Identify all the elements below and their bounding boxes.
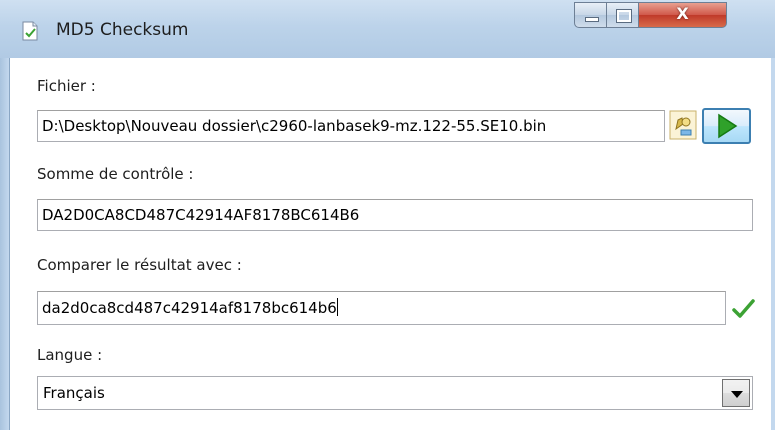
text-cursor <box>336 298 338 316</box>
close-button[interactable]: X <box>639 2 727 28</box>
minimize-button[interactable] <box>574 2 607 28</box>
language-label: Langue : <box>37 346 103 364</box>
green-check-icon <box>732 299 755 318</box>
window-frame-right <box>771 58 775 430</box>
title-bar[interactable]: MD5 Checksum X <box>0 0 775 58</box>
compare-input[interactable]: da2d0ca8cd487c42914af8178bc614b6 <box>37 291 726 325</box>
checksum-output[interactable]: DA2D0CA8CD487C42914AF8178BC614B6 <box>37 199 753 231</box>
chevron-down-icon <box>731 391 743 398</box>
dropdown-button[interactable] <box>722 379 750 407</box>
app-window: MD5 Checksum X Fichier : D:\Desktop\Nouv… <box>0 0 775 430</box>
calculate-button[interactable] <box>702 108 751 144</box>
app-icon <box>22 21 38 41</box>
window-frame-left <box>0 58 10 430</box>
close-icon: X <box>676 4 689 23</box>
file-path-input[interactable]: D:\Desktop\Nouveau dossier\c2960-lanbase… <box>37 110 665 142</box>
compare-input-value: da2d0ca8cd487c42914af8178bc614b6 <box>42 299 337 317</box>
browse-folder-icon[interactable] <box>669 110 697 140</box>
compare-label: Comparer le résultat avec : <box>37 256 242 274</box>
play-icon <box>718 113 738 139</box>
maximize-button[interactable] <box>607 2 639 28</box>
language-select[interactable]: Français <box>37 376 753 410</box>
maximize-icon <box>616 9 632 23</box>
window-title: MD5 Checksum <box>56 20 189 40</box>
minimize-icon <box>585 17 599 22</box>
checksum-label: Somme de contrôle : <box>37 165 194 183</box>
language-selected-value: Français <box>43 384 105 402</box>
file-label: Fichier : <box>37 77 96 95</box>
